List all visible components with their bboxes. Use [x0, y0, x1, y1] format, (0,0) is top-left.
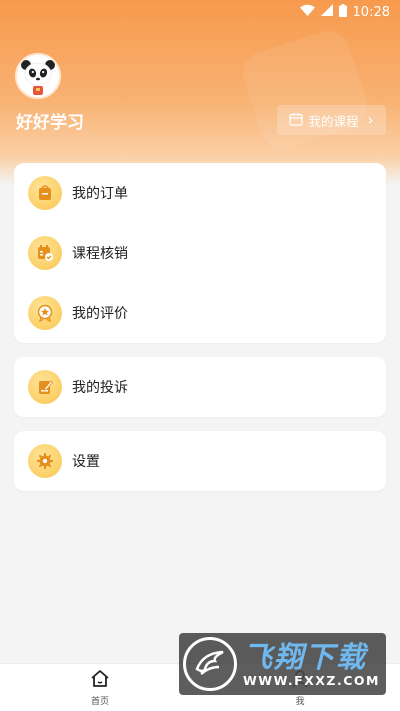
review-star-icon [28, 296, 62, 330]
menu-label: 我的订单 [72, 186, 128, 202]
course-verify-icon [28, 236, 62, 270]
watermark-title: 飞翔下载 [243, 639, 368, 674]
status-time: 10:28 [352, 4, 390, 20]
settings-gear-icon [28, 444, 62, 478]
menu-item-settings[interactable]: 设置 [14, 431, 386, 491]
battery-icon [338, 3, 347, 21]
menu-card-settings: 设置 [14, 431, 386, 491]
complaint-note-icon [28, 370, 62, 404]
home-icon [90, 669, 110, 692]
tab-home[interactable]: 首页 [0, 664, 200, 711]
menu-card-orders: 我的订单 课程核销 我的评价 [14, 163, 386, 343]
calendar-icon [289, 112, 304, 129]
order-bag-icon [28, 176, 62, 210]
menu-label: 我的投诉 [72, 380, 128, 396]
header-background [0, 0, 400, 185]
watermark-logo: 飞翔下载 WWW.FXXZ.COM [179, 633, 386, 695]
menu-card-complaints: 我的投诉 [14, 357, 386, 417]
menu-label: 设置 [72, 454, 100, 470]
my-courses-label: 我的课程 [308, 113, 359, 129]
menu-item-my-complaints[interactable]: 我的投诉 [14, 357, 386, 417]
menu-item-my-reviews[interactable]: 我的评价 [14, 283, 386, 343]
menu-label: 课程核销 [72, 246, 128, 262]
wifi-icon [299, 4, 315, 20]
panda-avatar-icon [17, 55, 59, 97]
menu-item-course-verify[interactable]: 课程核销 [14, 223, 386, 283]
menu-label: 我的评价 [72, 306, 128, 322]
menu-item-my-orders[interactable]: 我的订单 [14, 163, 386, 223]
tab-label: 首页 [90, 696, 109, 707]
chevron-right-icon: › [367, 111, 374, 129]
tab-label: 我 [295, 696, 305, 707]
my-courses-button[interactable]: 我的课程 › [277, 105, 386, 135]
watermark-wing-icon [183, 637, 237, 691]
signal-icon [320, 4, 333, 20]
decorative-shape [237, 25, 373, 155]
username: 好好学习 [16, 113, 84, 133]
watermark-url: WWW.FXXZ.COM [243, 672, 380, 688]
avatar[interactable] [15, 53, 61, 99]
status-bar: 10:28 [0, 0, 400, 24]
